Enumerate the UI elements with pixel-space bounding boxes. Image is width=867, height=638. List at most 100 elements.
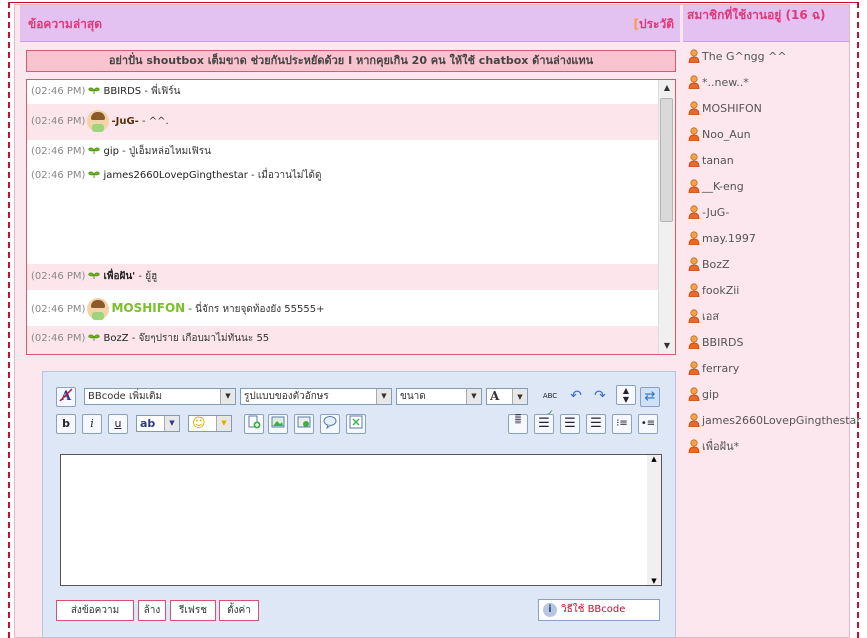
shoutbox-title: ข้อความล่าสุด	[28, 17, 103, 31]
member-name[interactable]: gip	[702, 388, 719, 401]
textarea-scrollbar[interactable]: ▲ ▼	[647, 455, 661, 585]
member-name[interactable]: เอส	[702, 310, 719, 323]
scroll-down-icon: ▼	[651, 577, 657, 585]
member-name[interactable]: -JuG-	[702, 206, 729, 219]
bbcode-select[interactable]: BBcode เพิ่มเติม ▼	[84, 388, 236, 405]
user-icon	[688, 335, 700, 350]
member-item[interactable]: ferrary	[688, 361, 739, 377]
switch-editor-icon[interactable]: ⇄	[640, 387, 660, 407]
user-icon	[688, 101, 700, 116]
chat-username[interactable]: james2660LovepGingthestar	[103, 170, 247, 181]
insert-link-icon[interactable]	[244, 414, 264, 434]
scroll-thumb[interactable]	[660, 98, 673, 222]
info-icon: i	[543, 603, 557, 617]
member-name[interactable]: fookZii	[702, 284, 739, 297]
member-item[interactable]: เอส	[688, 309, 719, 325]
member-name[interactable]: ferrary	[702, 362, 739, 375]
undo-icon[interactable]: ↶	[566, 387, 586, 407]
member-name[interactable]: BBIRDS	[702, 336, 743, 349]
align-right-icon[interactable]: ☰	[586, 414, 606, 434]
member-item[interactable]: fookZii	[688, 283, 739, 299]
font-family-select[interactable]: รูปแบบของตัวอักษร ▼	[240, 388, 392, 405]
history-link[interactable]: [ประวัติ	[633, 15, 674, 34]
member-item[interactable]: BozZ	[688, 257, 730, 273]
settings-button[interactable]: ตั้งค่า	[219, 600, 259, 621]
member-name[interactable]: tanan	[702, 154, 734, 167]
spellcheck-icon[interactable]: ABC✓	[540, 387, 560, 419]
chat-username[interactable]: -JuG-	[111, 116, 138, 127]
chat-message: (02:46 PM) gip - ปู่เอ็มหล่อไหมเฟิรน	[31, 146, 211, 157]
member-item[interactable]: The G^ngg ^^	[688, 49, 787, 65]
italic-button[interactable]: i	[82, 414, 102, 434]
insert-image-icon[interactable]	[268, 414, 288, 434]
code-icon[interactable]	[346, 414, 366, 434]
quote-icon[interactable]	[320, 414, 340, 434]
member-name[interactable]: *..new..*	[702, 76, 749, 89]
redo-icon[interactable]: ↷	[590, 387, 610, 407]
indent-icon[interactable]: ≡ ≡	[508, 413, 528, 434]
bbcode-help-button[interactable]: i วิธีใช้ BBcode	[538, 599, 660, 621]
chat-scrollbar[interactable]: ▲ ▼	[658, 80, 675, 354]
member-name[interactable]: The G^ngg ^^	[702, 50, 787, 63]
refresh-button[interactable]: รีเฟรช	[170, 600, 216, 621]
font-style-icon[interactable]: A	[56, 387, 76, 407]
member-name[interactable]: Noo_Aun	[702, 128, 751, 141]
text-style-select[interactable]: ab ▼	[136, 415, 180, 432]
member-item[interactable]: *..new..*	[688, 75, 749, 91]
bold-button[interactable]: b	[56, 414, 76, 434]
member-name[interactable]: MOSHIFON	[702, 102, 762, 115]
member-item[interactable]: may.1997	[688, 231, 756, 247]
user-icon	[688, 413, 700, 428]
chat-message: (02:46 PM) MOSHIFON - นี่จักร หายจุดท้องย…	[27, 290, 663, 326]
member-item[interactable]: เพื่อฝัน*	[688, 439, 739, 455]
resize-icon[interactable]: ▲ ▼	[616, 385, 636, 405]
underline-button[interactable]: u	[108, 414, 128, 434]
chat-message: (02:46 PM) BBIRDS - พี่เฟิร์น	[31, 86, 181, 97]
member-item[interactable]: tanan	[688, 153, 734, 169]
user-icon	[688, 49, 700, 64]
member-item[interactable]: gip	[688, 387, 719, 403]
user-icon	[688, 127, 700, 142]
ordered-list-icon[interactable]: ⁝≡	[612, 414, 632, 434]
chat-username[interactable]: BBIRDS	[103, 86, 141, 97]
member-name[interactable]: james2660LovepGingthestar	[702, 414, 861, 427]
insert-media-icon[interactable]	[294, 414, 314, 434]
message-textarea[interactable]: ▲ ▼	[60, 454, 662, 586]
user-icon	[688, 231, 700, 246]
user-icon	[688, 179, 700, 194]
chat-username[interactable]: BozZ	[103, 333, 128, 344]
online-members-header: สมาชิกที่ใช้งานอยู่ (16 ฉ)	[683, 5, 849, 42]
member-item[interactable]: -JuG-	[688, 205, 729, 221]
avatar	[87, 298, 110, 320]
member-item[interactable]: __K-eng	[688, 179, 744, 195]
member-name[interactable]: may.1997	[702, 232, 756, 245]
clear-button[interactable]: ล้าง	[138, 600, 166, 621]
font-size-select[interactable]: ขนาด ▼	[396, 388, 482, 405]
user-icon	[688, 257, 700, 272]
sprout-icon	[88, 271, 101, 279]
user-icon	[688, 361, 700, 376]
notice-banner: อย่าปั่น shoutbox เต็มขาด ช่วยกันประหยัด…	[26, 50, 676, 72]
avatar	[87, 110, 110, 132]
member-item[interactable]: BBIRDS	[688, 335, 743, 351]
send-message-button[interactable]: ส่งข้อความ	[56, 600, 134, 621]
chat-message: (02:46 PM) james2660LovepGingthestar - เม…	[27, 164, 663, 264]
member-name[interactable]: BozZ	[702, 258, 730, 271]
align-center-icon[interactable]: ☰	[560, 414, 580, 434]
chat-username[interactable]: MOSHIFON	[111, 301, 185, 315]
font-color-select[interactable]: A ▼	[486, 388, 528, 405]
user-icon	[688, 283, 700, 298]
member-item[interactable]: MOSHIFON	[688, 101, 762, 117]
user-icon	[688, 205, 700, 220]
member-item[interactable]: Noo_Aun	[688, 127, 751, 143]
member-name[interactable]: เพื่อฝัน*	[702, 440, 739, 453]
unordered-list-icon[interactable]: •≡	[638, 414, 658, 434]
chat-username[interactable]: เพื่อฝัน'	[103, 271, 135, 282]
scroll-up-icon[interactable]: ▲	[659, 80, 675, 96]
member-item[interactable]: james2660LovepGingthestar	[688, 413, 861, 429]
align-left-icon[interactable]: ☰	[534, 414, 554, 434]
member-name[interactable]: __K-eng	[702, 180, 744, 193]
chat-username[interactable]: gip	[103, 146, 118, 157]
emoticon-select[interactable]: ☺ ▼	[188, 415, 232, 432]
scroll-down-icon[interactable]: ▼	[659, 338, 675, 354]
